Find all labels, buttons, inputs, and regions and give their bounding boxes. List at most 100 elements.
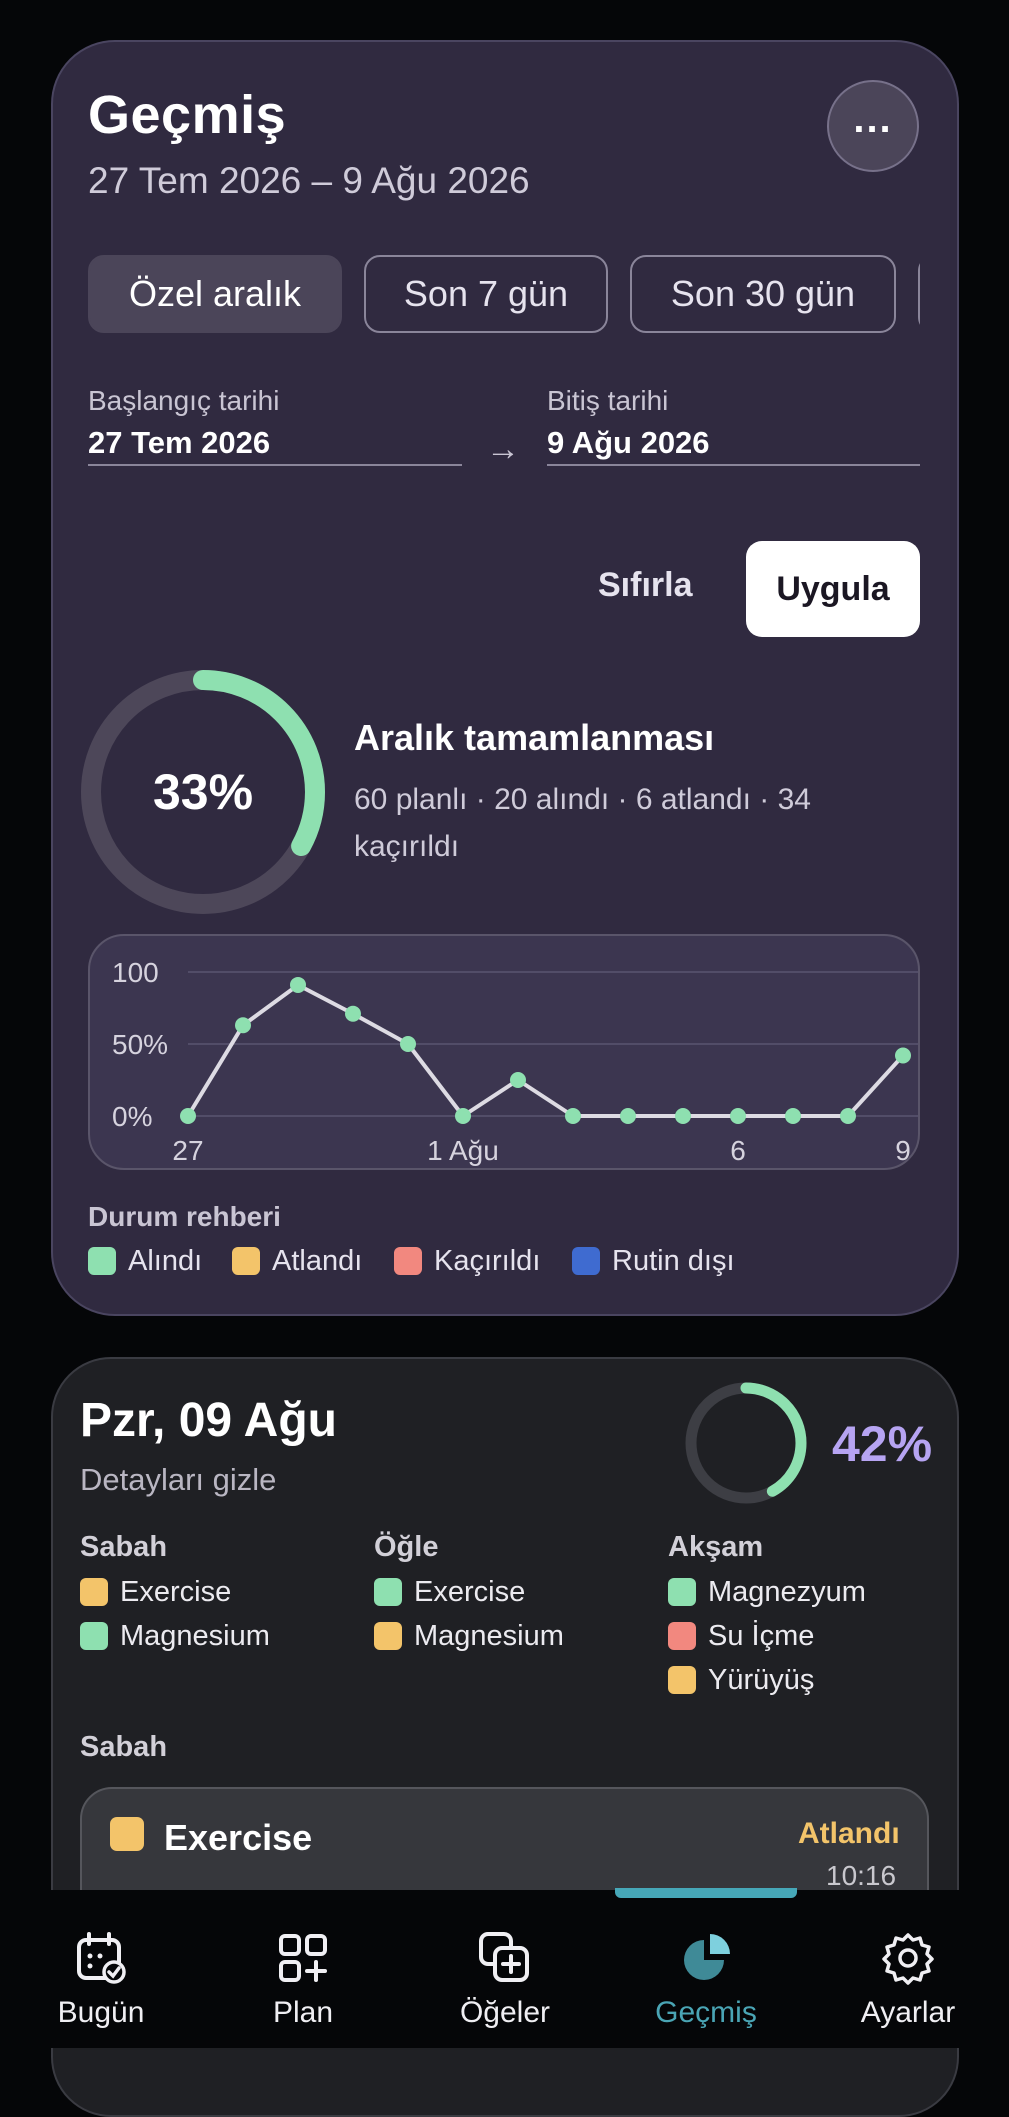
nav-label: Bugün (57, 1996, 145, 2029)
column-evening-heading: Akşam (668, 1531, 764, 1563)
start-date-underline (88, 464, 462, 466)
chart-data-point (290, 976, 306, 993)
chart-x-tick-label: 1 Ağu (427, 1135, 499, 1166)
grid-plus-icon (279, 1934, 327, 1982)
end-date-field[interactable]: 9 Ağu 2026 (547, 425, 710, 461)
status-swatch (80, 1622, 108, 1650)
nav-label: Ayarlar (860, 1996, 956, 2029)
pill-custom-range[interactable]: Özel aralık (88, 255, 342, 333)
evening-item: Su İçme (668, 1619, 814, 1653)
status-swatch (668, 1622, 696, 1650)
legend-swatch (88, 1247, 116, 1275)
gear-icon (882, 1933, 934, 1985)
day-title: Pzr, 09 Ağu (80, 1394, 337, 1447)
chart-data-point (620, 1108, 636, 1124)
status-swatch (668, 1578, 696, 1606)
legend-item-taken: Alındı (88, 1244, 202, 1278)
chart-x-tick-label: 6 (730, 1135, 746, 1166)
noon-item: Magnesium (374, 1619, 564, 1653)
legend-item-skipped: Atlandı (232, 1244, 362, 1278)
completion-chart: 100 50% 0% 27 1 Ağu 6 9 (88, 934, 920, 1170)
chart-data-point (730, 1108, 746, 1124)
nav-label: Plan (272, 1996, 334, 2029)
legend-item-off-routine: Rutin dışı (572, 1244, 735, 1278)
nav-plan[interactable]: Plan (233, 1930, 373, 2030)
pie-chart-icon (684, 1934, 730, 1980)
start-date-label: Başlangıç tarihi (88, 385, 280, 416)
item-label: Magnezyum (708, 1575, 866, 1608)
legend-label: Kaçırıldı (434, 1244, 541, 1277)
day-completion-ring (685, 1382, 807, 1504)
entry-time: 10:16 (826, 1860, 897, 1891)
chart-data-point (235, 1017, 251, 1034)
pill-last-30-days[interactable]: Son 30 gün (630, 255, 896, 333)
item-label: Magnesium (120, 1619, 270, 1652)
entry-name: Exercise (164, 1817, 313, 1858)
item-label: Exercise (414, 1575, 526, 1608)
chart-data-point (180, 1108, 196, 1124)
range-completion-percent: 33% (152, 764, 254, 820)
chart-y-tick-label: 100 (112, 957, 159, 988)
chart-y-tick-label: 0% (112, 1101, 152, 1132)
chart-data-point (400, 1036, 416, 1052)
more-options-button[interactable]: ... (827, 80, 919, 172)
legend-label: Atlandı (272, 1244, 363, 1277)
date-range-text: 27 Tem 2026 – 9 Ağu 2026 (88, 160, 530, 201)
morning-item: Magnesium (80, 1619, 270, 1653)
nav-history[interactable]: Geçmiş (636, 1930, 776, 2030)
nav-settings[interactable]: Ayarlar (838, 1930, 978, 2030)
chart-data-point (455, 1108, 471, 1124)
legend-label: Rutin dışı (612, 1244, 735, 1277)
chart-data-point (785, 1108, 801, 1124)
entry-status-swatch (110, 1817, 144, 1851)
pill-last-7-days[interactable]: Son 7 gün (364, 255, 608, 333)
start-date-field[interactable]: 27 Tem 2026 (88, 425, 270, 461)
completion-chart-svg: 10050%0%27 1 Ağu 6 9 (112, 957, 918, 1166)
noon-item: Exercise (374, 1575, 525, 1609)
range-completion-title: Aralık tamamlanması (354, 717, 715, 758)
entry-status: Atlandı (798, 1817, 900, 1850)
legend-title: Durum rehberi (88, 1201, 281, 1232)
status-swatch (374, 1578, 402, 1606)
legend-swatch (572, 1247, 600, 1275)
column-morning-heading: Sabah (80, 1531, 168, 1563)
status-swatch (668, 1666, 696, 1694)
arrow-right-icon: → (486, 430, 520, 468)
legend-swatch (394, 1247, 422, 1275)
apply-button[interactable]: Uygula (746, 541, 920, 637)
nav-active-indicator (615, 1888, 797, 1898)
chart-series-line (186, 982, 905, 1118)
chart-data-point (840, 1108, 856, 1124)
legend-label: Alındı (128, 1244, 203, 1277)
item-label: Yürüyüş (708, 1663, 815, 1696)
item-label: Magnesium (414, 1619, 564, 1652)
range-completion-detail: 60 planlı · 20 alındı · 6 atlandı · 34 k… (354, 783, 811, 863)
add-copy-icon (479, 1932, 529, 1982)
section-morning-heading: Sabah (80, 1731, 168, 1763)
end-date-label: Bitiş tarihi (547, 385, 669, 416)
hide-details-link[interactable]: Detayları gizle (80, 1462, 276, 1498)
reset-button[interactable]: Sıfırla (598, 566, 692, 605)
morning-item: Exercise (80, 1575, 231, 1609)
item-label: Exercise (120, 1575, 232, 1608)
chart-data-point (565, 1108, 581, 1124)
nav-label: Geçmiş (655, 1996, 757, 2029)
nav-label: Öğeler (459, 1996, 551, 2029)
evening-item: Yürüyüş (668, 1663, 814, 1697)
chart-data-point (895, 1047, 911, 1064)
evening-item: Magnezyum (668, 1575, 866, 1609)
chart-data-point (345, 1005, 361, 1022)
end-date-underline (547, 464, 920, 466)
calendar-check-icon (77, 1932, 126, 1984)
chart-x-tick-label: 27 (172, 1135, 203, 1166)
nav-items[interactable]: Öğeler (435, 1930, 575, 2030)
more-icon: ... (853, 96, 893, 141)
legend-swatch (232, 1247, 260, 1275)
pill-more[interactable] (918, 255, 920, 333)
legend-item-missed: Kaçırıldı (394, 1244, 540, 1278)
nav-today[interactable]: Bugün (31, 1930, 171, 2030)
column-noon-heading: Öğle (374, 1531, 439, 1563)
chart-data-point (675, 1108, 691, 1124)
chart-data-point (510, 1072, 526, 1088)
range-pill-row: Özel aralık Son 7 gün Son 30 gün (88, 255, 920, 333)
